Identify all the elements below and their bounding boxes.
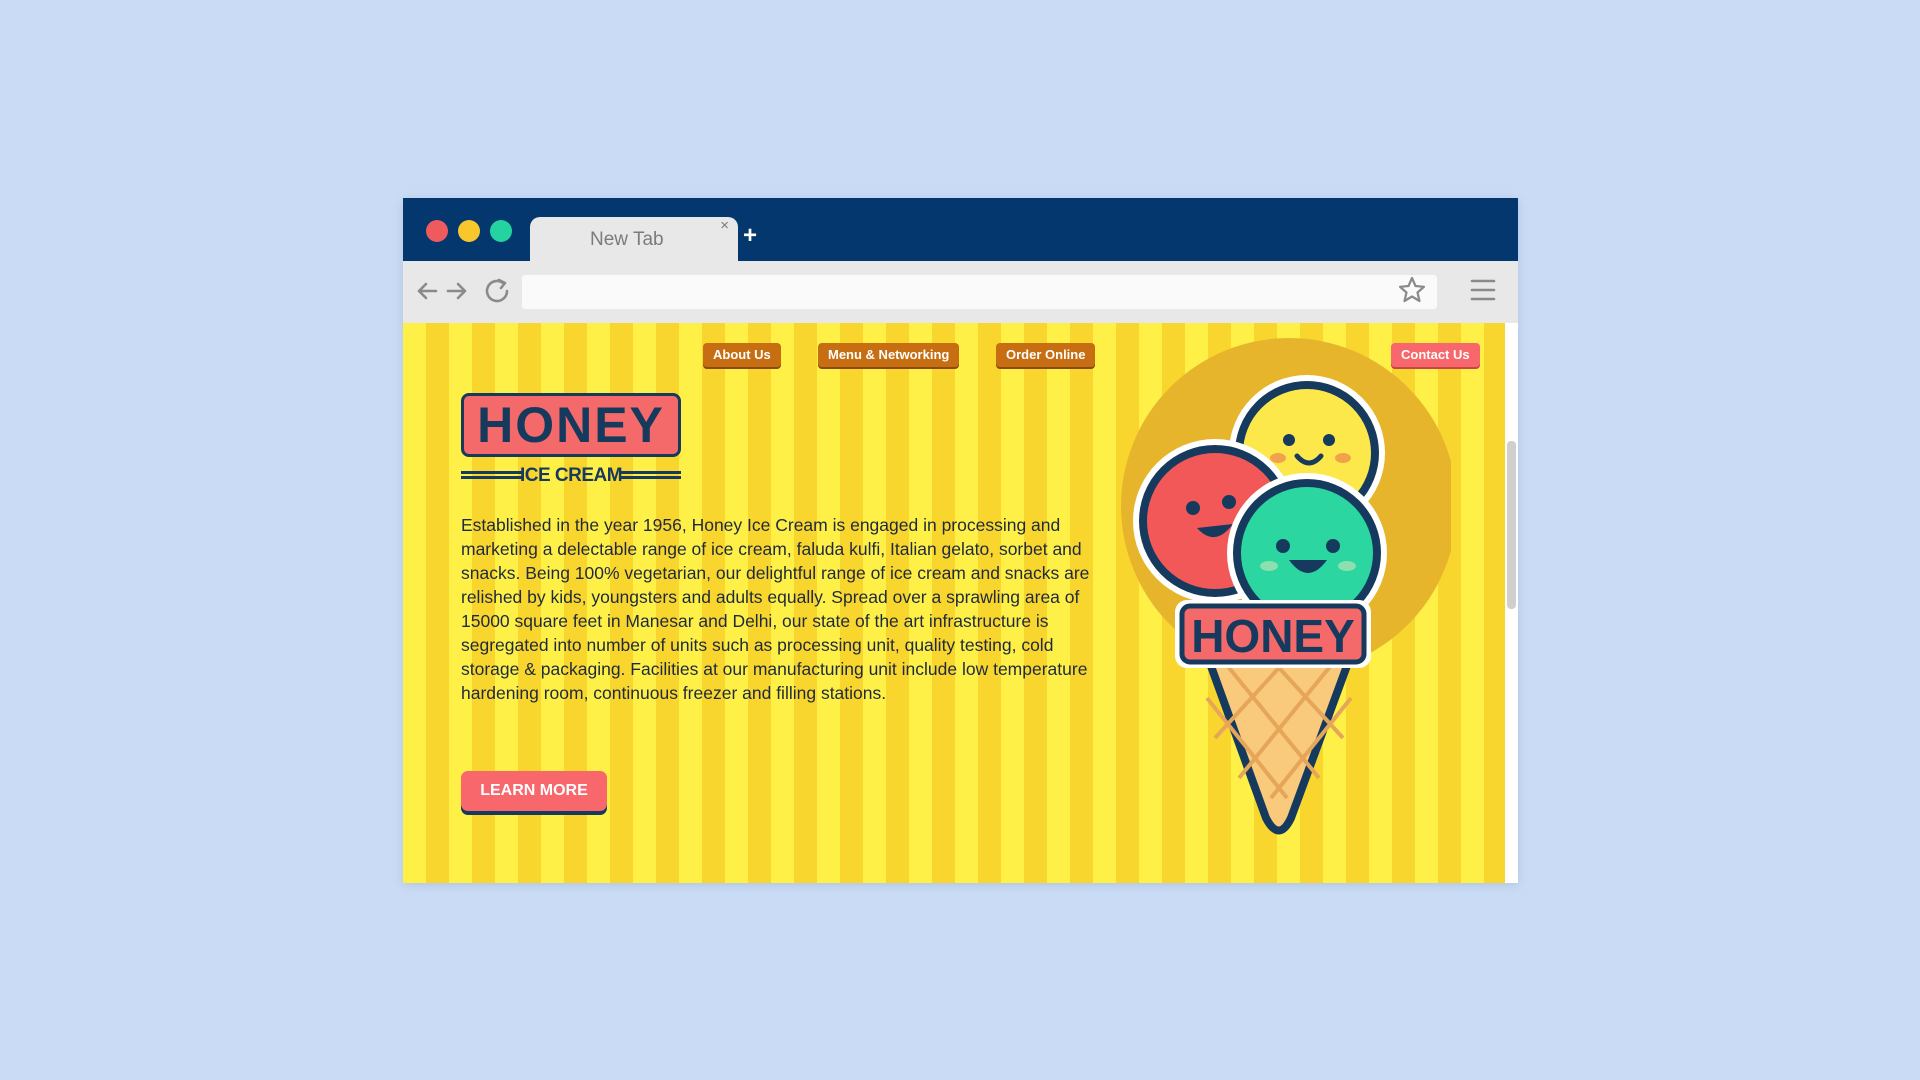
close-window-button[interactable]: [426, 220, 448, 242]
logo-subtitle: ICE CREAM: [461, 463, 681, 489]
hamburger-menu-icon[interactable]: [1469, 277, 1497, 303]
cone-label-text: HONEY: [1191, 610, 1355, 662]
learn-more-button[interactable]: LEARN MORE: [461, 771, 607, 811]
address-bar[interactable]: [522, 275, 1437, 309]
close-icon[interactable]: ×: [720, 217, 729, 234]
page-scrollbar[interactable]: [1505, 323, 1518, 883]
browser-titlebar: New Tab × +: [403, 198, 1518, 261]
back-arrow-icon[interactable]: [415, 276, 439, 306]
forward-arrow-icon[interactable]: [445, 276, 469, 306]
ice-cream-illustration: HONEY: [1121, 338, 1451, 835]
minimize-window-button[interactable]: [458, 220, 480, 242]
browser-window: New Tab × + About Us Menu & Networking O…: [403, 198, 1518, 883]
nav-about-us[interactable]: About Us: [703, 343, 781, 367]
maximize-window-button[interactable]: [490, 220, 512, 242]
nav-order-online[interactable]: Order Online: [996, 343, 1096, 367]
logo-wordmark: HONEY: [477, 397, 665, 453]
webpage-content: About Us Menu & Networking Order Online …: [403, 323, 1505, 883]
star-icon[interactable]: [1397, 275, 1427, 305]
scrollbar-thumb[interactable]: [1507, 441, 1516, 609]
nav-menu-networking[interactable]: Menu & Networking: [818, 343, 960, 367]
tab-title: New Tab: [590, 229, 664, 250]
company-description: Established in the year 1956, Honey Ice …: [461, 515, 1090, 703]
logo-subtitle-text: ICE CREAM: [519, 465, 623, 486]
tab-new-tab[interactable]: New Tab ×: [530, 217, 738, 261]
honey-logo[interactable]: HONEY: [461, 393, 681, 457]
reload-icon[interactable]: [483, 276, 513, 306]
plus-icon[interactable]: +: [743, 222, 757, 250]
browser-toolbar: [403, 261, 1518, 323]
